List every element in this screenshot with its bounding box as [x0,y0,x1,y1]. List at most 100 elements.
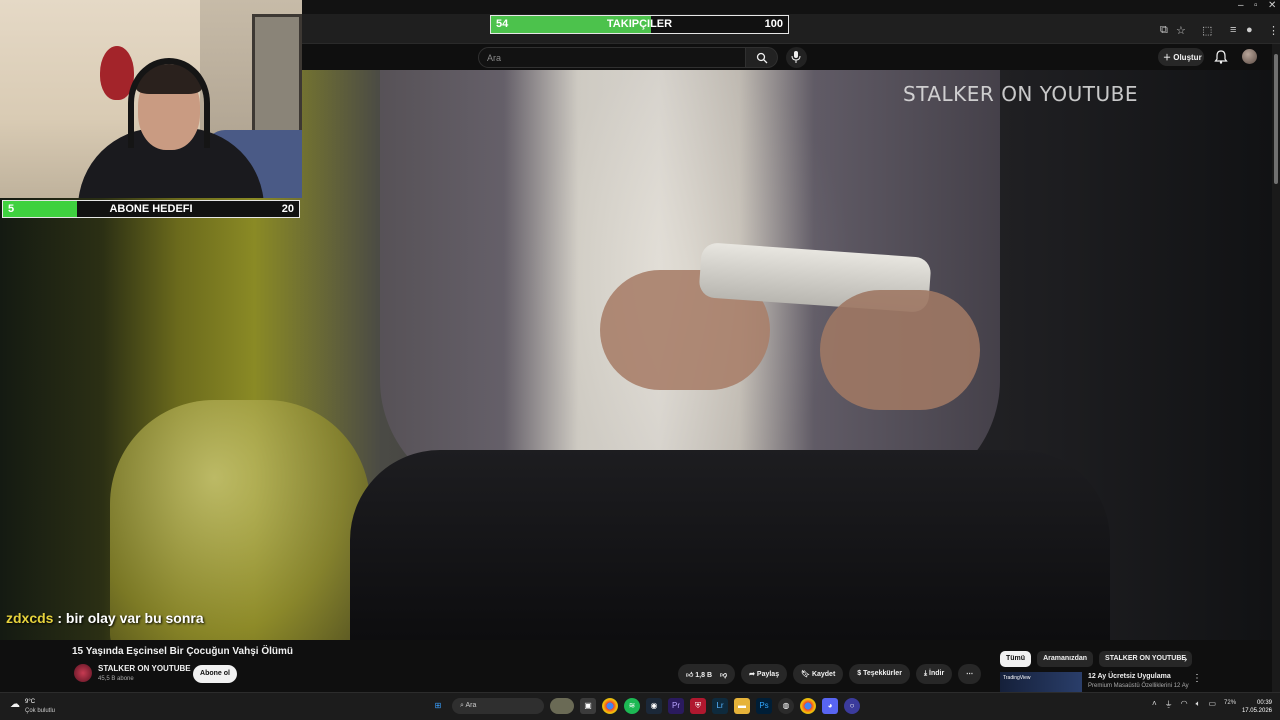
channel-avatar[interactable] [74,664,92,682]
bookmark-star-icon[interactable]: ☆ [1176,24,1186,37]
more-vertical-icon[interactable]: ⋮ [1192,673,1202,684]
extension-icon[interactable]: ⬚ [1202,24,1212,37]
create-label: Oluştur [1173,53,1202,62]
follower-goal-bar: 54 TAKIPÇILER 100 [490,15,789,34]
maximize-icon[interactable]: ▫ [1254,0,1258,11]
usb-icon[interactable]: ⏚ [1165,699,1173,710]
task-view-icon[interactable]: ▣ [580,698,596,714]
bookmark-icon: 🔖︎ [801,671,810,678]
chip-all[interactable]: Tümü [1000,651,1032,667]
voice-search-button[interactable] [786,47,807,68]
like-count: 1,8 B [695,672,713,679]
recommendation-filter-chips: Tümü Aramanızdan STALKER ON YOUTUBE [1000,651,1193,667]
plus-icon: ＋ [1163,53,1171,62]
share-label: Paylaş [756,671,780,678]
chat-text: bir olay var bu sonra [65,610,204,626]
search-input[interactable]: Ara [478,47,746,68]
app-icon[interactable]: ○ [844,698,860,714]
more-horizontal-icon: ⋯ [966,671,974,678]
clock-date: 17.05.2026 [1241,708,1272,714]
chevron-up-icon[interactable]: ˄ [1152,699,1157,710]
taskbar-clock[interactable]: 00:39 17.05.2026 [1238,699,1272,715]
chrome-icon[interactable] [800,698,816,714]
download-button[interactable]: ⤓ İndir [915,664,953,684]
weather-temperature: 9°C [25,699,36,705]
save-button[interactable]: 🔖︎ Kaydet [793,664,844,684]
battery-percent: 72% [1224,700,1237,706]
windows-taskbar: ☁ 9°C Çok bulutlu ⊞ ⌕ Ara ▣ ≋ ◉ Pr ⛨ Lr … [0,692,1280,720]
search-icon [756,52,768,64]
scrollbar-thumb[interactable] [1274,54,1278,184]
menu-icon[interactable]: ⋮ [1268,24,1279,37]
recommendation-thumbnail[interactable]: TradingView [1000,672,1082,692]
create-button[interactable]: ＋ Oluştur [1158,48,1204,66]
follower-goal-label: TAKIPÇILER [606,18,673,30]
page-scrollbar[interactable] [1272,44,1280,692]
channel-subscriber-count: 45,5 B abone [98,676,134,682]
save-label: Kaydet [811,671,836,678]
like-button[interactable]: 👍︎ 1,8 B 👎︎ [678,664,736,684]
obs-icon[interactable]: ◍ [778,698,794,714]
photoshop-icon[interactable]: Ps [756,698,772,714]
chip-from-search[interactable]: Aramanızdan [1037,651,1094,667]
system-tray: ˄ ⏚ ◠ 🔈︎ ▭ 72% [1152,699,1236,710]
taskbar-search[interactable]: ⌕ Ara [452,698,544,714]
video-watermark: STALKER ON YOUTUBE [903,82,1138,106]
chrome-icon[interactable] [602,698,618,714]
shield-icon[interactable]: ⛨ [690,698,706,714]
install-app-icon[interactable]: ⧉ [1160,24,1168,37]
download-label: İndir [929,670,945,677]
video-scene-hand [820,290,980,410]
chat-message: zdxcds : bir olay var bu sonra [6,610,204,626]
weather-condition: Çok bulutlu [25,708,56,714]
youtube-header: Ara ＋ Oluştur [302,44,1280,70]
premiere-icon[interactable]: Pr [668,698,684,714]
headphones-icon [128,58,210,148]
wifi-icon[interactable]: ◠ [1181,699,1188,710]
search-button[interactable] [746,47,778,68]
share-button[interactable]: ➦ Paylaş [741,664,788,684]
screen: STALKER ON YOUTUBE – ▫ ✕ ⧉ ☆ ⬚ ≡ ● ⋮ Ara [0,0,1280,720]
sub-goal-label: ABONE HEDEFI [109,203,193,215]
minimize-icon[interactable]: – [1238,0,1244,11]
lightroom-icon[interactable]: Lr [712,698,728,714]
video-scene-legs [350,450,1110,640]
more-actions-button[interactable]: ⋯ [958,664,982,684]
discord-icon[interactable]: ◕ [822,698,838,714]
thumbs-down-icon[interactable]: 👎︎ [720,672,727,679]
steam-icon[interactable]: ◉ [646,698,662,714]
channel-name[interactable]: STALKER ON YOUTUBE [98,664,191,673]
thanks-label: Teşekkürler [863,670,902,677]
chat-username: zdxcds [6,610,54,626]
chevron-right-icon[interactable]: › [1184,654,1187,665]
account-avatar[interactable] [1242,49,1257,64]
close-icon[interactable]: ✕ [1268,0,1276,11]
recommendation-subtitle: Premium Masaüstü Özelliklerini 12 Ay [1088,683,1189,689]
share-icon: ➦ [749,671,755,678]
widgets-icon[interactable] [550,698,574,714]
sub-goal-bar: 5 ABONE HEDEFI 20 [2,200,300,218]
download-icon: ⤓ [923,670,928,677]
weather-cloud-icon[interactable]: ☁ [10,699,20,710]
spotify-icon[interactable]: ≋ [624,698,640,714]
battery-icon[interactable]: ▭ [1208,699,1216,710]
tab-strip [302,0,1280,14]
folder-icon[interactable]: ▬ [734,698,750,714]
thanks-button[interactable]: $ Teşekkürler [849,664,910,684]
extension-icon[interactable]: ≡ [1230,24,1236,36]
recommendation-title[interactable]: 12 Ay Ücretsiz Uygulama [1088,673,1171,680]
taskbar-pinned-apps: ⊞ ⌕ Ara ▣ ≋ ◉ Pr ⛨ Lr ▬ Ps ◍ ◕ ○ [430,698,860,714]
windows-start-icon[interactable]: ⊞ [430,698,446,714]
notifications-bell-icon[interactable] [1214,50,1228,64]
speaker-icon[interactable]: 🔈︎ [1196,699,1201,710]
webcam-feed [0,0,302,198]
sub-goal-target: 20 [281,203,294,215]
subscribe-button[interactable]: Abone ol [193,665,237,683]
thumbs-up-icon: 👍︎ [686,672,694,679]
profile-icon[interactable]: ● [1246,24,1253,36]
taskbar-search-label: Ara [465,702,477,709]
chip-channel[interactable]: STALKER ON YOUTUBE [1099,651,1193,667]
thanks-icon: $ [857,670,862,677]
clock-time: 00:39 [1256,700,1272,706]
video-title: 15 Yaşında Eşcinsel Bir Çocuğun Vahşi Öl… [72,646,294,657]
